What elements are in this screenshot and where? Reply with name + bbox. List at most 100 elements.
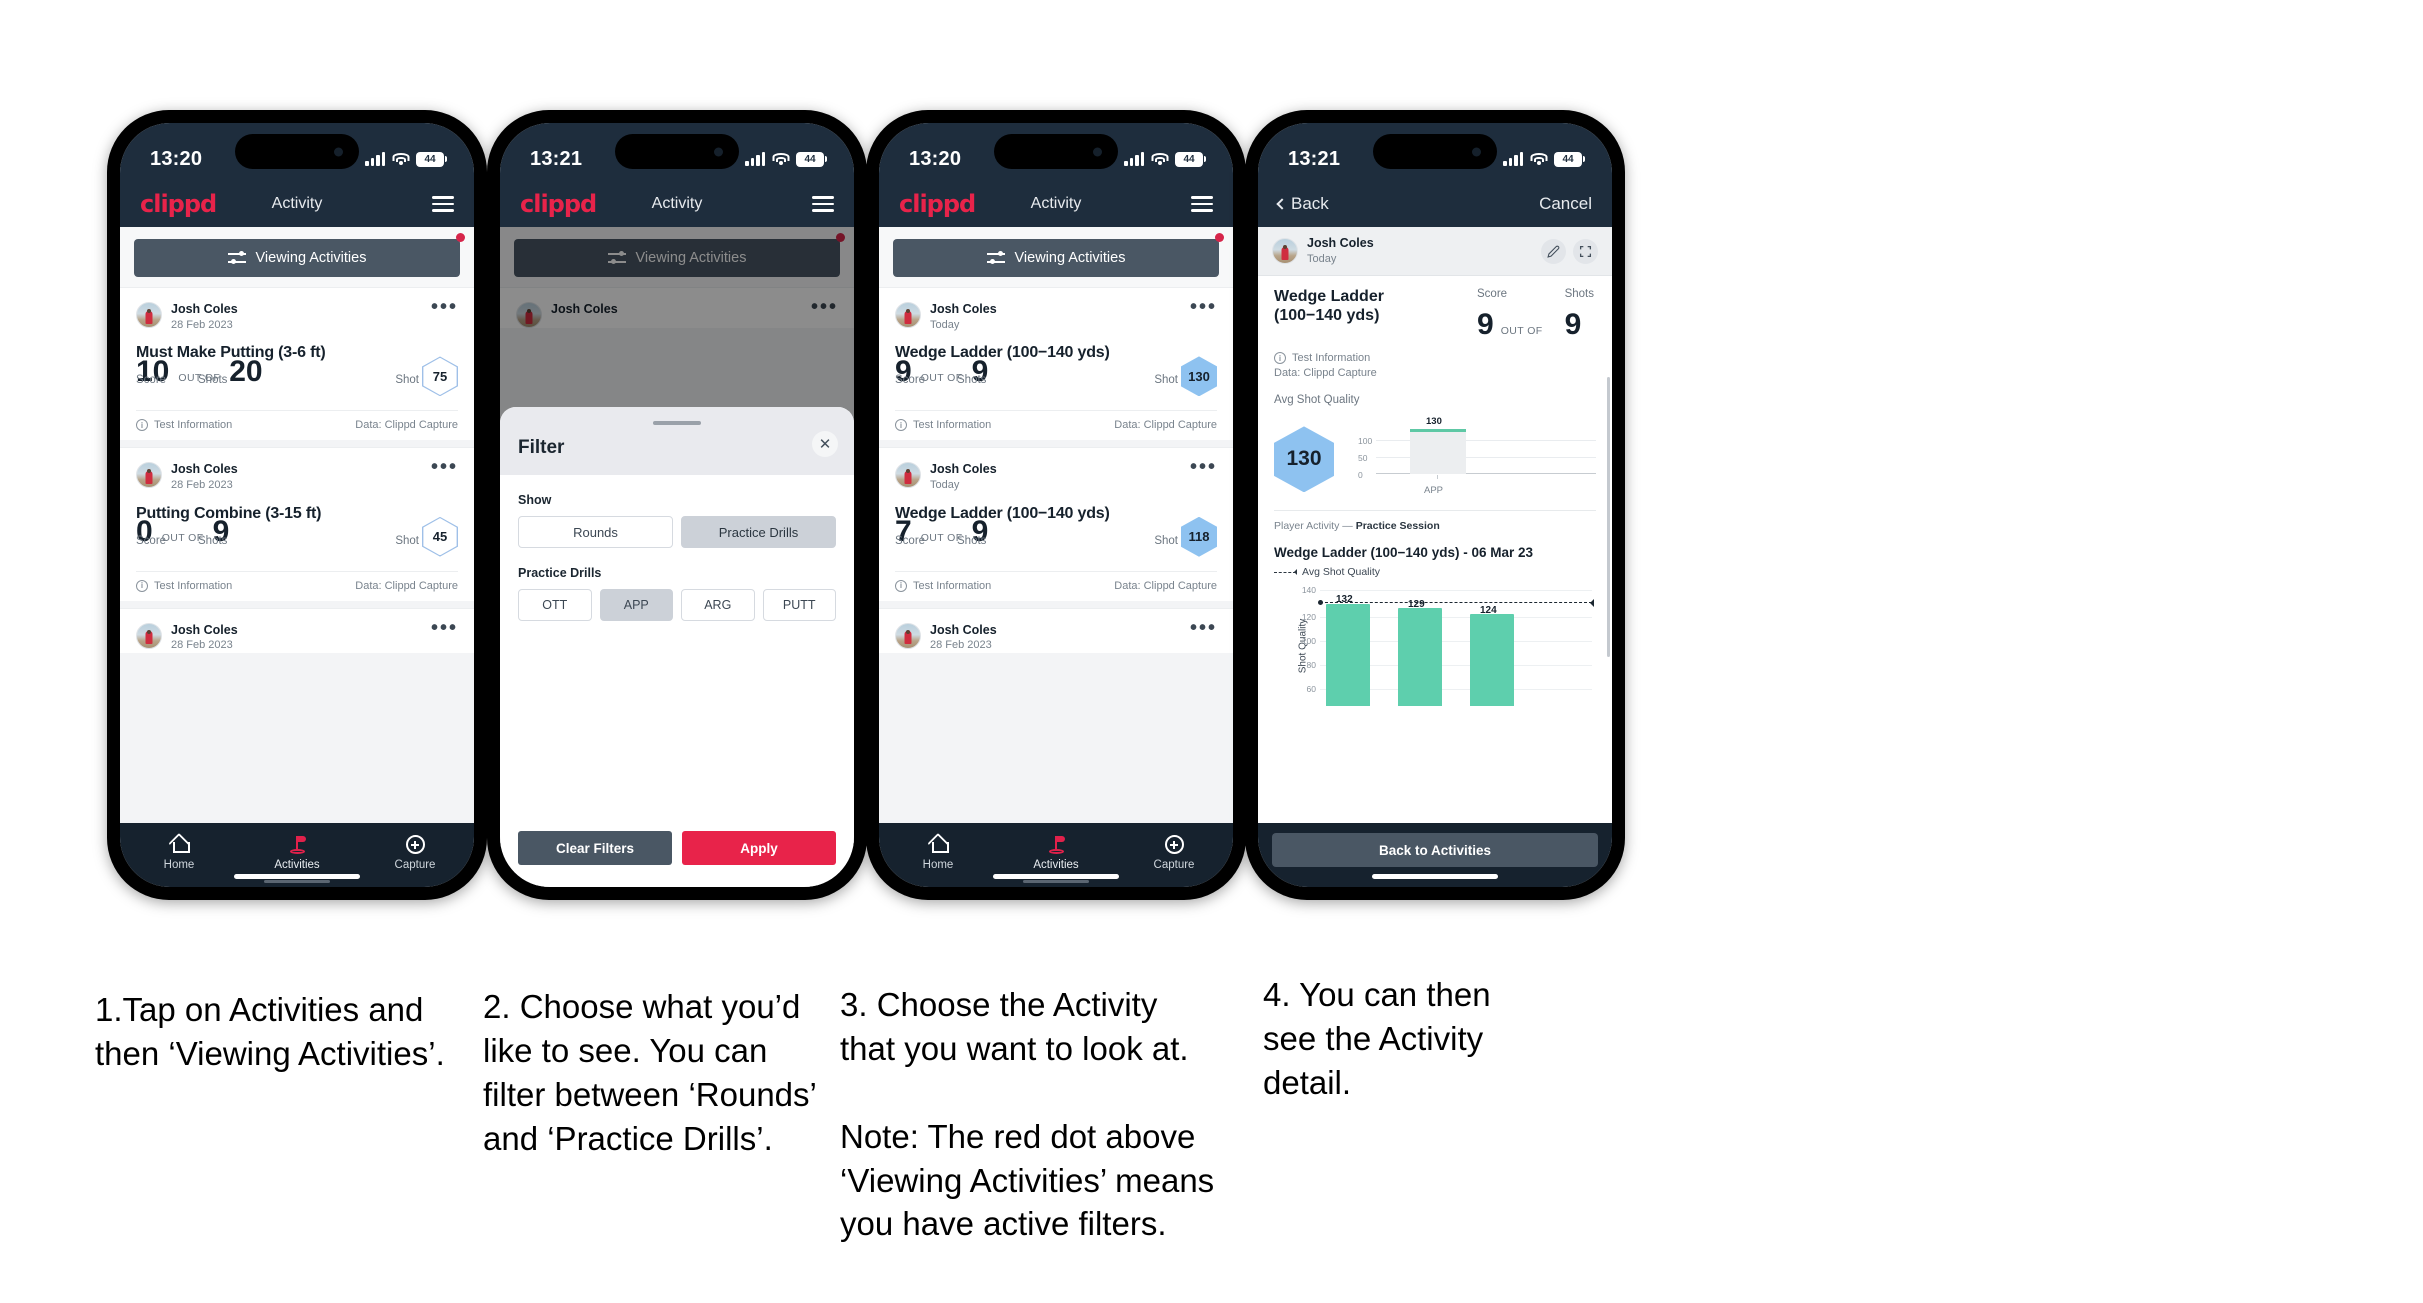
- phone-1-frame: 13:20 44 clippd Activity Viewing Activit…: [107, 110, 487, 900]
- chart-ytick: 60: [1306, 684, 1316, 695]
- home-indicator: [993, 874, 1119, 879]
- card-footer: i Test Information Data: Clippd Capture: [136, 570, 458, 601]
- wifi-icon: [772, 152, 789, 166]
- nav-item-capture[interactable]: Capture: [356, 834, 474, 871]
- chart-legend: Avg Shot Quality: [1274, 566, 1596, 578]
- card-header: Josh Coles 28 Feb 2023 •••: [136, 618, 458, 653]
- shots-label: Shots: [198, 534, 228, 547]
- back-to-activities-button[interactable]: Back to Activities: [1272, 833, 1598, 867]
- battery-indicator: 44: [796, 151, 827, 167]
- notch: [994, 134, 1118, 169]
- nav-label-home: Home: [163, 858, 195, 871]
- notch: [615, 134, 739, 169]
- home-indicator: [1372, 874, 1498, 879]
- mini-chart-ytick: 0: [1358, 470, 1363, 481]
- nav-item-home[interactable]: Home: [879, 834, 997, 871]
- chip-putt[interactable]: PUTT: [762, 589, 836, 621]
- card-menu-icon[interactable]: •••: [431, 297, 458, 317]
- chart-bar: [1470, 614, 1514, 707]
- fullscreen-icon[interactable]: [1573, 238, 1598, 264]
- nav-label-capture: Capture: [1153, 858, 1195, 871]
- shot-quality-value: 75: [432, 368, 448, 384]
- user-name: Josh Coles: [171, 622, 238, 637]
- practice-drills-label: Practice Drills: [518, 566, 602, 580]
- mini-chart-value: 130: [1426, 416, 1442, 428]
- menu-icon[interactable]: [1191, 196, 1213, 212]
- avatar: [136, 302, 162, 328]
- card-menu-icon[interactable]: •••: [431, 618, 458, 638]
- chip-arg[interactable]: ARG: [681, 589, 755, 621]
- home-icon: [120, 834, 238, 856]
- nav-item-activities[interactable]: Activities: [997, 834, 1115, 883]
- shots-label: Shots: [957, 374, 987, 387]
- card-menu-icon[interactable]: •••: [1190, 457, 1217, 477]
- pencil-icon[interactable]: [1541, 238, 1566, 264]
- status-time: 13:21: [1288, 147, 1341, 170]
- avg-shot-quality-value: 130: [1286, 447, 1322, 471]
- activity-card[interactable]: Josh Coles Today ••• Wedge Ladder (100−1…: [879, 287, 1233, 441]
- active-filters-dot: [1215, 233, 1224, 242]
- status-bar: 13:20 44: [120, 123, 474, 181]
- status-bar: 13:21 44: [500, 123, 854, 181]
- test-information-row: i Test Information: [1274, 352, 1596, 365]
- card-divider: [879, 440, 1233, 448]
- cancel-button[interactable]: Cancel: [1539, 194, 1592, 214]
- card-menu-icon[interactable]: •••: [1190, 618, 1217, 638]
- data-source-label: Data: Clippd Capture: [355, 579, 458, 592]
- avg-shot-quality-line: [1318, 598, 1594, 607]
- menu-icon[interactable]: [812, 196, 834, 212]
- card-stats: Score Shots Shot Quality: [895, 364, 1217, 398]
- active-filters-dot: [456, 233, 465, 242]
- detail-summary: Wedge Ladder (100−140 yds) Score 9 OUT O…: [1274, 288, 1596, 340]
- apply-button[interactable]: Apply: [682, 831, 836, 865]
- status-icons: 44: [365, 151, 447, 167]
- activity-detail-screen: Josh Coles Today Wedge Ladder (100−140 y…: [1258, 227, 1612, 823]
- user-info: Josh Coles 28 Feb 2023: [171, 462, 238, 492]
- card-menu-icon[interactable]: •••: [1190, 297, 1217, 317]
- avatar: [136, 462, 162, 489]
- card-stats: Score Shots Shot Quality: [136, 364, 458, 398]
- user-name: Josh Coles: [171, 302, 238, 316]
- card-stats: Score Shots Shot Quality: [895, 525, 1217, 559]
- chip-app[interactable]: APP: [599, 589, 673, 621]
- info-icon: i: [136, 419, 148, 432]
- activity-card[interactable]: Josh Coles 28 Feb 2023 ••• Must Make Put…: [120, 287, 474, 441]
- nav-label-activities: Activities: [274, 858, 320, 871]
- segment-rounds[interactable]: Rounds: [518, 516, 673, 548]
- clear-filters-label: Clear Filters: [555, 840, 635, 856]
- activity-card[interactable]: Josh Coles Today ••• Wedge Ladder (100−1…: [879, 447, 1233, 601]
- info-icon: i: [136, 579, 148, 592]
- golf-flag-icon: [238, 834, 356, 856]
- phone-4-frame: 13:21 44 Back Cancel Josh Coles Today We…: [1245, 110, 1625, 900]
- nav-item-capture[interactable]: Capture: [1115, 834, 1233, 871]
- activity-card[interactable]: Josh Coles 28 Feb 2023 •••: [120, 607, 474, 654]
- activity-card[interactable]: Josh Coles 28 Feb 2023 •••: [879, 607, 1233, 654]
- chip-ott[interactable]: OTT: [518, 589, 592, 621]
- viewing-activities-button[interactable]: Viewing Activities: [134, 239, 460, 277]
- close-icon[interactable]: ✕: [812, 431, 838, 457]
- clear-filters-button[interactable]: Clear Filters: [518, 831, 672, 865]
- card-menu-icon[interactable]: •••: [431, 457, 458, 477]
- menu-icon[interactable]: [432, 196, 454, 212]
- viewing-activities-label: Viewing Activities: [1014, 250, 1126, 266]
- test-information-label: Test Information: [913, 419, 992, 432]
- back-button[interactable]: Back: [1276, 194, 1329, 214]
- caption-step-4: 4. You can then see the Activity detail.: [1263, 976, 1491, 1101]
- avatar: [895, 622, 921, 649]
- nav-item-activities[interactable]: Activities: [238, 834, 356, 883]
- segment-practice-drills[interactable]: Practice Drills: [681, 516, 836, 548]
- chip-arg-label: ARG: [704, 598, 732, 612]
- status-icons: 44: [1124, 151, 1206, 167]
- drag-handle[interactable]: [653, 421, 701, 425]
- activity-card[interactable]: Josh Coles 28 Feb 2023 ••• Putting Combi…: [120, 447, 474, 601]
- score-label: Score: [895, 534, 926, 547]
- shots-stat: Shots 9: [1565, 288, 1594, 340]
- page-title: Activity: [1030, 195, 1082, 212]
- scrollbar[interactable]: [1607, 377, 1610, 657]
- user-name: Josh Coles: [930, 302, 997, 316]
- status-bar: 13:21 44: [1258, 123, 1612, 181]
- viewing-activities-button[interactable]: Viewing Activities: [893, 239, 1219, 277]
- nav-active-indicator: [263, 880, 331, 883]
- nav-item-home[interactable]: Home: [120, 834, 238, 871]
- user-name: Josh Coles: [930, 622, 997, 637]
